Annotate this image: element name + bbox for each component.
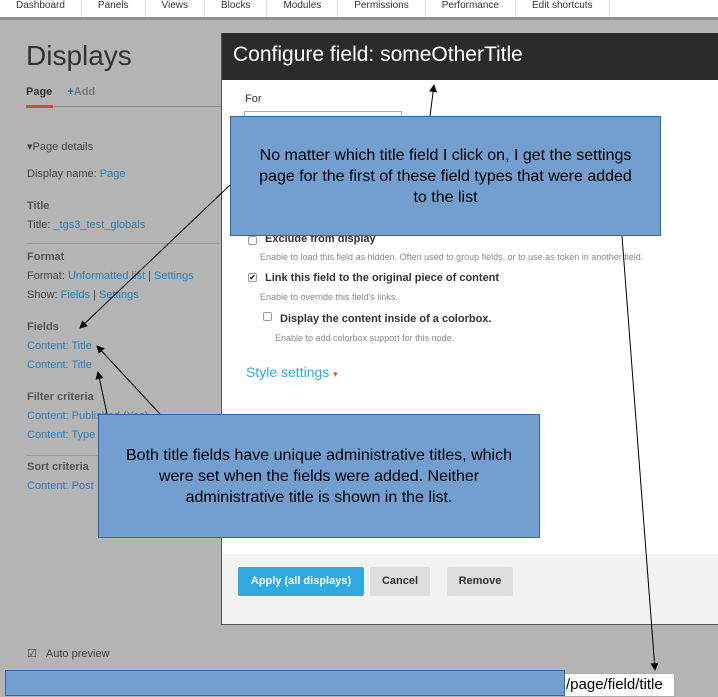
- arrow: [429, 84, 438, 117]
- arrow: [96, 345, 161, 415]
- annotation-arrows: [79, 84, 659, 671]
- arrow: [621, 235, 659, 671]
- arrow: [79, 184, 231, 329]
- arrow: [95, 371, 108, 415]
